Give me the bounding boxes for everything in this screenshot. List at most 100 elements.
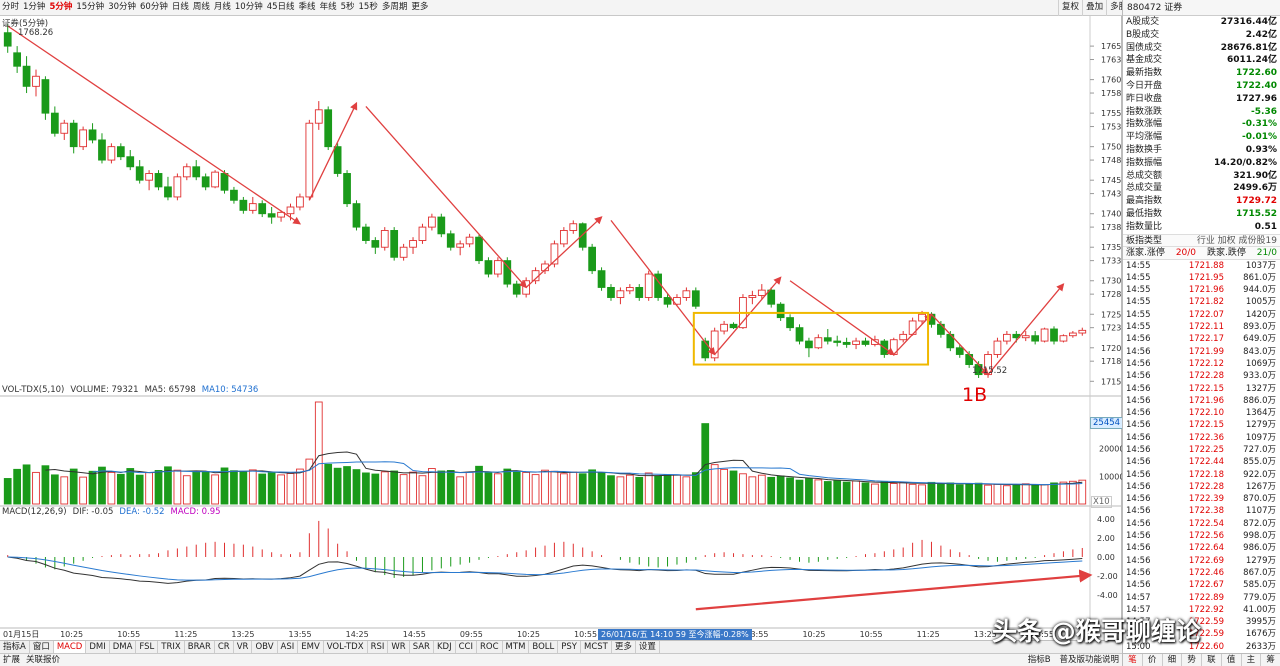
- period-tab[interactable]: 季线: [297, 0, 318, 15]
- sidebar-footer-tab[interactable]: 笔: [1123, 654, 1143, 666]
- macd-tick-label: 2.00: [1097, 534, 1115, 543]
- tick-time: 14:55: [1126, 322, 1151, 333]
- volume-bar: [135, 474, 144, 505]
- tick-list[interactable]: 14:55 1721.88 1037万 14:55 1721.95 861.0万 14:55…: [1123, 260, 1280, 654]
- indicator-tab[interactable]: BOLL: [529, 641, 559, 653]
- candle-body: [635, 286, 644, 298]
- volume-bar: [852, 480, 860, 505]
- sidebar-footer-tab[interactable]: 势: [1182, 654, 1202, 666]
- indicator-tab[interactable]: KDJ: [434, 641, 456, 653]
- indicator-tab[interactable]: MACD: [53, 641, 87, 653]
- sidebar-footer-tab[interactable]: 细: [1163, 654, 1183, 666]
- candle-body: [182, 166, 191, 178]
- period-tab[interactable]: 更多: [409, 0, 430, 15]
- volume-bar: [644, 472, 653, 505]
- tick-row: 14:55 1721.88 1037万: [1123, 260, 1280, 272]
- quote-row: A股成交 27316.44亿: [1123, 16, 1280, 29]
- period-tab[interactable]: 30分钟: [106, 0, 138, 15]
- indicator-tab[interactable]: ROC: [477, 641, 503, 653]
- period-tab[interactable]: 年线: [318, 0, 339, 15]
- candle-body: [248, 203, 257, 211]
- indicator-tab[interactable]: 指标A: [0, 641, 30, 653]
- indicator-tab[interactable]: PSY: [558, 641, 581, 653]
- period-tab[interactable]: 分时: [0, 0, 21, 15]
- indicator-tab[interactable]: TRIX: [158, 641, 185, 653]
- volume-bar: [512, 470, 521, 505]
- indicator-tab[interactable]: RSI: [368, 641, 389, 653]
- period-tab[interactable]: 15秒: [357, 0, 380, 15]
- indicator-tab[interactable]: DMI: [86, 641, 110, 653]
- price-tick-label: 1735: [1101, 243, 1121, 252]
- volume-bar: [871, 483, 879, 505]
- indicator-tab[interactable]: 更多: [612, 641, 636, 653]
- candle-body: [899, 333, 908, 341]
- volume-bar: [239, 471, 248, 505]
- indicator-tab[interactable]: OBV: [252, 641, 278, 653]
- candle-body: [220, 173, 229, 191]
- volume-bar: [456, 476, 465, 505]
- volume-bar: [343, 466, 351, 505]
- status-help[interactable]: 普及版功能说明: [1056, 654, 1122, 666]
- sidebar-footer-tab[interactable]: 联: [1202, 654, 1222, 666]
- quote-label: 指数换手: [1126, 144, 1163, 155]
- period-tab[interactable]: 1分钟: [21, 0, 47, 15]
- sidebar-footer-tab[interactable]: 主: [1242, 654, 1262, 666]
- volume-bar: [362, 472, 370, 505]
- candle-body: [484, 260, 493, 275]
- candle-body: [861, 340, 870, 345]
- sidebar-footer-tab[interactable]: 价: [1143, 654, 1163, 666]
- volume-bar: [946, 482, 955, 505]
- chart-area[interactable]: 1765 1763 1760 1758 1755 1753 1750 1748 1745 1743…: [0, 16, 1124, 640]
- status-related-quotes[interactable]: 关联报价: [23, 654, 63, 666]
- candle-body: [428, 216, 436, 228]
- indicator-tab[interactable]: MCST: [581, 641, 612, 653]
- volume-bar: [993, 483, 1002, 505]
- volume-bar: [79, 476, 87, 505]
- indicator-tab[interactable]: VOL-TDX: [324, 641, 368, 653]
- quote-label: 平均涨幅: [1126, 132, 1163, 143]
- candle-body: [145, 173, 153, 181]
- category-value[interactable]: 行业 加权 成份股19: [1197, 235, 1277, 246]
- sidebar-footer-tab[interactable]: 值: [1222, 654, 1242, 666]
- indicator-tab[interactable]: MTM: [503, 641, 530, 653]
- status-indicator-b[interactable]: 指标B: [1025, 654, 1054, 666]
- indicator-tab[interactable]: VR: [234, 641, 253, 653]
- indicator-tab[interactable]: EMV: [298, 641, 324, 653]
- period-tab[interactable]: 日线: [170, 0, 191, 15]
- period-tab[interactable]: 周线: [191, 0, 212, 15]
- tick-time: 14:56: [1126, 346, 1151, 357]
- indicator-tab[interactable]: DMA: [110, 641, 137, 653]
- quote-list: A股成交 27316.44亿 B股成交 2.42亿 国债成交 28676.81亿 基金成交 6…: [1123, 16, 1280, 234]
- candle-body: [305, 122, 314, 198]
- indicator-tab[interactable]: ASI: [278, 641, 299, 653]
- tool-button[interactable]: 叠加: [1082, 0, 1106, 16]
- period-tab[interactable]: 多周期: [380, 0, 410, 15]
- period-tab[interactable]: 10分钟: [233, 0, 265, 15]
- indicator-tab[interactable]: SAR: [410, 641, 434, 653]
- sidebar-footer-tab[interactable]: 筹: [1261, 654, 1280, 666]
- volume-bar: [465, 471, 474, 505]
- period-tab[interactable]: 45日线: [265, 0, 297, 15]
- candle-body: [663, 297, 672, 305]
- indicator-tab[interactable]: 窗口: [30, 641, 54, 653]
- indicator-tab[interactable]: CR: [215, 641, 234, 653]
- period-tab[interactable]: 60分钟: [138, 0, 170, 15]
- candle-body: [437, 216, 446, 235]
- indicator-tab[interactable]: FSL: [136, 641, 159, 653]
- price-tick-label: 1765: [1101, 42, 1121, 51]
- status-expand[interactable]: 扩展: [0, 654, 23, 666]
- tool-button[interactable]: 复权: [1058, 0, 1082, 16]
- indicator-tab[interactable]: 设置: [636, 641, 660, 653]
- indicator-tab[interactable]: CCI: [456, 641, 477, 653]
- tick-volume: 867.0万: [1243, 567, 1276, 578]
- indicator-tab[interactable]: WR: [388, 641, 410, 653]
- tick-row: 14:55 1721.95 861.0万: [1123, 272, 1280, 284]
- period-tab[interactable]: 5秒: [339, 0, 357, 15]
- period-tab[interactable]: 5分钟: [47, 0, 74, 15]
- volume-bar: [720, 468, 728, 505]
- period-tab[interactable]: 月线: [212, 0, 233, 15]
- period-tab[interactable]: 15分钟: [74, 0, 106, 15]
- tick-volume: 1364万: [1245, 408, 1276, 419]
- volume-bar: [654, 475, 662, 505]
- indicator-tab[interactable]: BRAR: [185, 641, 215, 653]
